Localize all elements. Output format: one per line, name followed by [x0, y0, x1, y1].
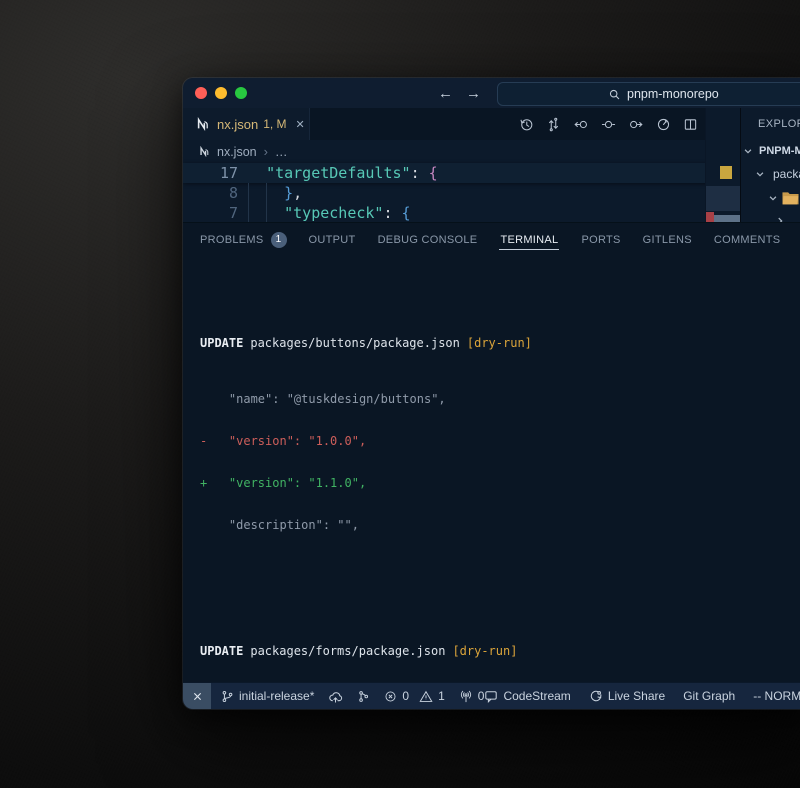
cloud-upload-icon [328, 690, 343, 703]
split-editor-icon[interactable] [683, 117, 698, 132]
minimap-slider[interactable] [706, 186, 741, 211]
terminal-line: "description": "", [200, 518, 800, 532]
nx-logo-icon [199, 146, 210, 157]
terminal-line: + "version": "1.1.0", [200, 476, 800, 490]
vim-mode-indicator[interactable]: -- NORMAL -- [753, 689, 800, 703]
editor-tabstrip: nx.json 1, M ✕ ⋯ [183, 108, 740, 140]
history-icon[interactable] [519, 117, 534, 132]
indent-guide [248, 183, 249, 222]
problems-count-badge: 1 [271, 232, 287, 248]
tab-terminal[interactable]: TERMINAL [499, 230, 559, 250]
sync-changes-icon[interactable] [546, 117, 561, 132]
previous-change-icon[interactable] [573, 117, 589, 132]
explorer-sidebar: EXPLORER PNPM-MONOREPO packages [740, 108, 800, 222]
remote-window-icon [191, 690, 204, 703]
zoom-window-button[interactable] [235, 87, 247, 99]
minimap-error-mark [706, 212, 714, 222]
nx-logo-icon [196, 117, 210, 131]
tab-decorations: 1, M [263, 117, 286, 131]
line-number: 8 [183, 183, 238, 203]
errors-icon [384, 690, 397, 703]
minimize-window-button[interactable] [215, 87, 227, 99]
ports-status[interactable]: 0 [459, 689, 485, 703]
explorer-root-row[interactable]: PNPM-MONOREPO [741, 140, 800, 162]
git-graph-status[interactable]: Git Graph [683, 689, 735, 703]
editor-group: nx.json 1, M ✕ ⋯ [183, 108, 740, 222]
code-line-sticky: 17 "targetDefaults": { [183, 163, 740, 183]
timeline-icon[interactable] [656, 117, 671, 132]
problems-status[interactable]: 0 1 [384, 689, 444, 703]
traffic-lights [183, 87, 247, 99]
explorer-folder-row[interactable] [741, 186, 800, 210]
workspace-name: pnpm-monorepo [627, 87, 719, 101]
tab-gitlens[interactable]: GITLENS [643, 234, 692, 246]
codestream-icon [484, 690, 498, 703]
next-change-icon[interactable] [628, 117, 644, 132]
tab-nx-json[interactable]: nx.json 1, M ✕ [183, 108, 310, 140]
folder-label: packages [773, 167, 800, 181]
desktop-background: ← → pnpm-monorepo nx.json 1, M ✕ [0, 0, 800, 788]
remote-indicator[interactable] [183, 683, 211, 709]
minimap [705, 108, 741, 222]
git-branch-icon [221, 690, 234, 703]
folder-icon [782, 191, 799, 205]
terminal-line: - "version": "1.0.0", [200, 434, 800, 448]
commit-graph-icon [357, 690, 370, 703]
status-bar: initial-release* 0 1 0 [183, 682, 800, 709]
workbench-main: nx.json 1, M ✕ ⋯ [183, 108, 800, 222]
terminal-update-block: UPDATEpackages/buttons/package.json[dry-… [200, 308, 800, 560]
search-icon [608, 88, 621, 101]
editor-code-area[interactable]: 17 "targetDefaults": { 8 }, 7 "typecheck… [183, 163, 740, 222]
explorer-item-row[interactable] [741, 210, 800, 222]
codestream-status[interactable]: CodeStream [484, 689, 570, 703]
commit-graph-button[interactable] [357, 690, 370, 703]
live-share-status[interactable]: Live Share [589, 689, 665, 703]
breadcrumb[interactable]: nx.json › … [183, 140, 740, 163]
bottom-panel: PROBLEMS1 OUTPUT DEBUG CONSOLE TERMINAL … [183, 222, 800, 684]
navigate-forward-button[interactable]: → [466, 85, 481, 102]
radio-tower-icon [459, 690, 473, 703]
line-number: 7 [183, 203, 238, 222]
command-center-search[interactable]: pnpm-monorepo [497, 82, 800, 106]
terminal-update-header: UPDATEpackages/buttons/package.json[dry-… [200, 336, 800, 350]
close-tab-icon[interactable]: ✕ [296, 118, 305, 131]
workspace-root-label: PNPM-MONOREPO [757, 145, 800, 157]
tab-ports[interactable]: PORTS [581, 234, 620, 246]
breadcrumb-file[interactable]: nx.json [217, 145, 257, 159]
indent-guide [266, 183, 267, 222]
line-number: 17 [183, 163, 238, 183]
titlebar: ← → pnpm-monorepo [183, 78, 800, 108]
vscode-window: ← → pnpm-monorepo nx.json 1, M ✕ [183, 78, 800, 709]
chevron-down-icon [768, 193, 778, 203]
git-branch-status[interactable]: initial-release* [221, 689, 314, 703]
tab-comments[interactable]: COMMENTS [714, 234, 781, 246]
minimap-modified-mark [720, 166, 732, 179]
terminal-update-header: UPDATEpackages/forms/package.json[dry-ru… [200, 644, 800, 658]
terminal-output[interactable]: UPDATEpackages/buttons/package.json[dry-… [183, 256, 800, 709]
error-count: 0 [402, 689, 409, 703]
chevron-down-icon [755, 169, 765, 179]
terminal-line: "name": "@tuskdesign/buttons", [200, 392, 800, 406]
tab-problems[interactable]: PROBLEMS1 [200, 232, 287, 248]
breadcrumb-more[interactable]: … [275, 145, 288, 159]
warnings-icon [419, 690, 433, 703]
chevron-right-icon: › [264, 144, 268, 159]
close-window-button[interactable] [195, 87, 207, 99]
chevron-down-icon [743, 146, 753, 156]
minimap-block-mark [714, 215, 741, 222]
explorer-title: EXPLORER [741, 108, 800, 140]
tab-debug-console[interactable]: DEBUG CONSOLE [378, 234, 478, 246]
panel-tabbar: PROBLEMS1 OUTPUT DEBUG CONSOLE TERMINAL … [183, 223, 800, 256]
ports-count: 0 [478, 689, 485, 703]
publish-changes-button[interactable] [328, 690, 343, 703]
current-change-icon[interactable] [601, 117, 616, 132]
tab-output[interactable]: OUTPUT [309, 234, 356, 246]
tab-filename: nx.json [217, 117, 258, 132]
live-share-icon [589, 689, 603, 703]
explorer-folder-row[interactable]: packages [741, 162, 800, 186]
navigate-back-button[interactable]: ← [438, 85, 453, 102]
warning-count: 1 [438, 689, 445, 703]
